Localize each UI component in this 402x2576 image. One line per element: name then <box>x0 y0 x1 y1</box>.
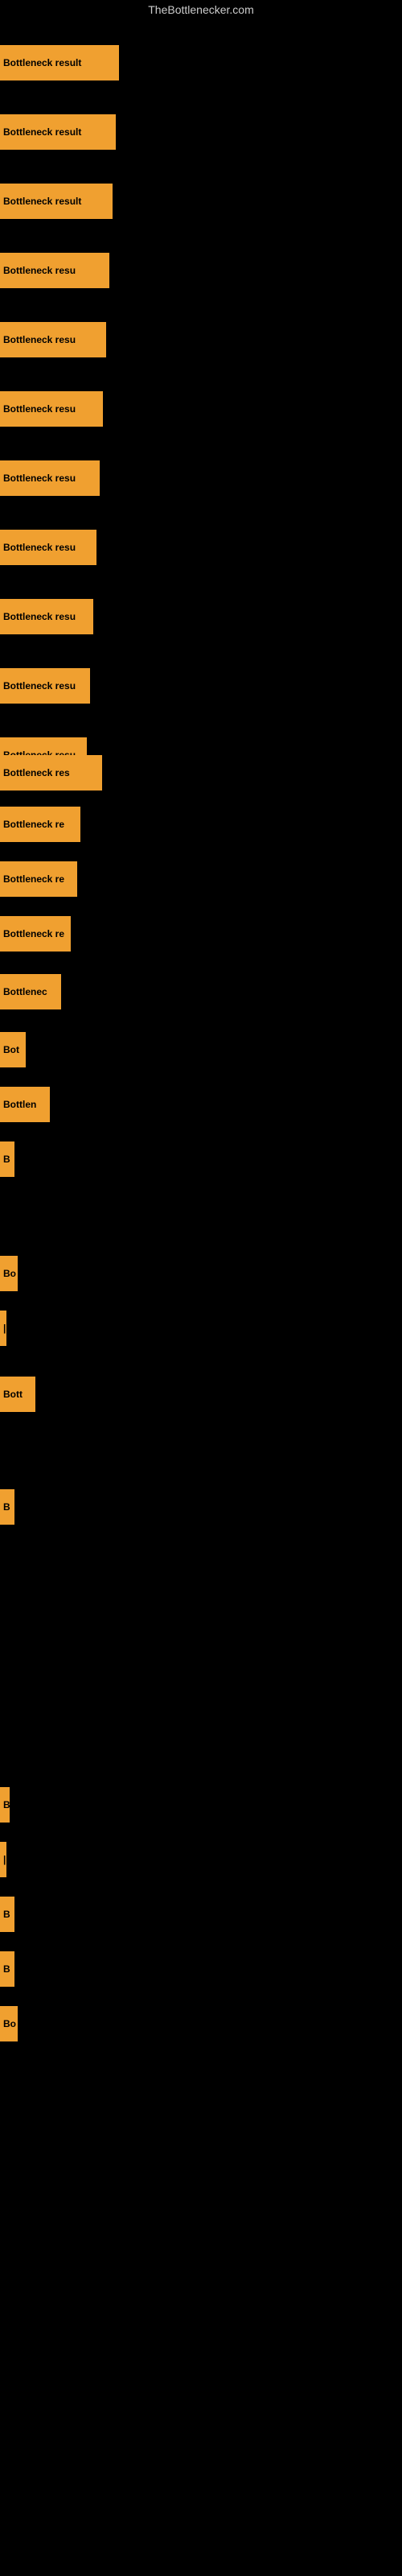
bottleneck-bar-12[interactable]: Bottleneck res <box>0 755 102 791</box>
bottleneck-bar-3[interactable]: Bottleneck result <box>0 184 113 219</box>
bottleneck-bar-10[interactable]: Bottleneck resu <box>0 668 90 704</box>
bottleneck-bar-24[interactable]: B <box>0 1787 10 1823</box>
bottleneck-bar-25[interactable]: | <box>0 1842 6 1877</box>
bottleneck-bar-9[interactable]: Bottleneck resu <box>0 599 93 634</box>
bottleneck-bar-16[interactable]: Bottlenec <box>0 974 61 1009</box>
bottleneck-bar-17[interactable]: Bot <box>0 1032 26 1067</box>
bottleneck-bar-6[interactable]: Bottleneck resu <box>0 391 103 427</box>
bottleneck-bar-14[interactable]: Bottleneck re <box>0 861 77 897</box>
bottleneck-bar-8[interactable]: Bottleneck resu <box>0 530 96 565</box>
bottleneck-bar-15[interactable]: Bottleneck re <box>0 916 71 952</box>
bottleneck-bar-18[interactable]: Bottlen <box>0 1087 50 1122</box>
bottleneck-bar-26[interactable]: B <box>0 1897 14 1932</box>
bottleneck-bar-27[interactable]: B <box>0 1951 14 1987</box>
bottleneck-bar-13[interactable]: Bottleneck re <box>0 807 80 842</box>
bottleneck-bar-4[interactable]: Bottleneck resu <box>0 253 109 288</box>
bottleneck-bar-2[interactable]: Bottleneck result <box>0 114 116 150</box>
bottleneck-bar-21[interactable]: | <box>0 1311 6 1346</box>
bottleneck-bar-23[interactable]: B <box>0 1489 14 1525</box>
bottleneck-bar-28[interactable]: Bo <box>0 2006 18 2041</box>
site-title: TheBottlenecker.com <box>0 0 402 19</box>
bottleneck-bar-5[interactable]: Bottleneck resu <box>0 322 106 357</box>
bottleneck-bar-7[interactable]: Bottleneck resu <box>0 460 100 496</box>
bottleneck-bar-1[interactable]: Bottleneck result <box>0 45 119 80</box>
bottleneck-bar-22[interactable]: Bott <box>0 1377 35 1412</box>
bottleneck-bar-20[interactable]: Bo <box>0 1256 18 1291</box>
bottleneck-bar-19[interactable]: B <box>0 1141 14 1177</box>
